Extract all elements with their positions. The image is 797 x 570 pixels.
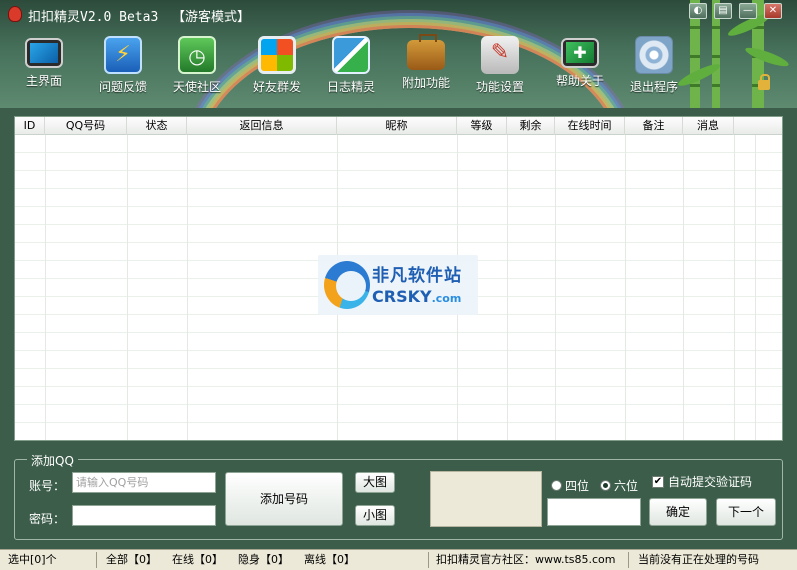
column-header-message[interactable]: 消息: [683, 117, 734, 135]
column-header-return-info[interactable]: 返回信息: [187, 117, 337, 135]
radio-four-digit[interactable]: 四位: [551, 477, 589, 494]
radio-dot: [551, 480, 562, 491]
column-header-nickname[interactable]: 昵称: [337, 117, 457, 135]
column-header-level[interactable]: 等级: [457, 117, 507, 135]
column-divider: [127, 135, 128, 440]
watermark-cn-text: 非凡软件站: [372, 266, 462, 286]
radio-six-label: 六位: [614, 479, 639, 493]
toolbar-main-button[interactable]: 主界面: [7, 30, 81, 98]
settings-tools-icon: [481, 36, 519, 74]
status-all: 全部【0】: [106, 553, 157, 566]
leaf-decoration: [743, 44, 791, 70]
column-header-filler: [734, 117, 782, 135]
status-divider: [428, 552, 429, 568]
column-divider: [734, 135, 735, 440]
column-header-qq[interactable]: QQ号码: [45, 117, 127, 135]
toolbar-label: 主界面: [25, 74, 62, 88]
watermark-en-main: CRSKY: [372, 287, 432, 306]
lock-icon[interactable]: [758, 74, 770, 90]
skin-button[interactable]: ◐: [689, 3, 707, 19]
column-header-remaining[interactable]: 剩余: [507, 117, 555, 135]
captcha-image: [430, 471, 542, 527]
status-bar: 选中[0]个 全部【0】 在线【0】 隐身【0】 离线【0】 扣扣精灵官方社区：…: [0, 549, 797, 570]
monitor-icon: [25, 38, 63, 68]
small-image-button[interactable]: 小图: [355, 505, 395, 526]
feedback-shield-icon: [104, 36, 142, 74]
watermark-logo: 非凡软件站 CRSKY.com: [318, 255, 478, 315]
toolbar-label: 好友群发: [252, 80, 301, 94]
main-toolbar: 主界面 问题反馈 天使社区 好友群发 日志精灵 附加功能 功能设置 帮助关于: [0, 30, 700, 100]
account-input[interactable]: [72, 472, 216, 493]
add-qq-panel: 添加QQ 账号： 密码： 添加号码 大图 小图 四位 六位 ✔ 自动提交验证码 …: [14, 452, 783, 540]
toolbar-addon-button[interactable]: 附加功能: [389, 30, 463, 98]
toolbar-broadcast-button[interactable]: 好友群发: [240, 30, 314, 98]
column-header-online-time[interactable]: 在线时间: [555, 117, 625, 135]
column-divider: [45, 135, 46, 440]
add-account-button[interactable]: 添加号码: [225, 472, 343, 526]
auto-submit-label: 自动提交验证码: [668, 475, 753, 489]
radio-six-digit[interactable]: 六位: [600, 477, 638, 494]
toolbar-label: 退出程序: [629, 80, 678, 94]
toolbar-settings-button[interactable]: 功能设置: [463, 30, 537, 98]
status-processing: 当前没有正在处理的号码: [638, 553, 759, 566]
captcha-input[interactable]: [547, 498, 641, 526]
toolbar-label: 天使社区: [172, 80, 221, 94]
help-monitor-icon: [561, 38, 599, 68]
column-header-id[interactable]: ID: [15, 117, 45, 135]
status-divider: [628, 552, 629, 568]
add-qq-panel-title: 添加QQ: [27, 452, 78, 469]
status-offline: 离线【0】: [304, 553, 355, 566]
account-label: 账号：: [29, 479, 66, 493]
toolbar-label: 日志精灵: [326, 80, 375, 94]
checkbox-check-icon: ✔: [652, 475, 664, 488]
toolbar-feedback-button[interactable]: 问题反馈: [86, 30, 160, 98]
broadcast-icon: [258, 36, 296, 74]
watermark-en-text: CRSKY.com: [372, 287, 461, 306]
status-selected: 选中[0]个: [8, 553, 57, 566]
community-shield-icon: [178, 36, 216, 74]
mode-label: 【游客模式】: [172, 10, 251, 25]
status-community-link[interactable]: 扣扣精灵官方社区：www.ts85.com: [436, 550, 616, 570]
minimize-button[interactable]: —: [739, 3, 757, 19]
toolbar-help-button[interactable]: 帮助关于: [543, 30, 617, 98]
next-button[interactable]: 下一个: [716, 498, 776, 526]
radio-four-label: 四位: [565, 479, 590, 493]
close-button[interactable]: ✕: [764, 3, 782, 19]
auto-submit-checkbox[interactable]: ✔ 自动提交验证码: [652, 473, 752, 490]
menu-button[interactable]: ▤: [714, 3, 732, 19]
briefcase-icon: [407, 34, 445, 70]
window-title: 扣扣精灵V2.0 Beta3: [28, 10, 159, 25]
column-divider: [683, 135, 684, 440]
toolbar-label: 问题反馈: [98, 80, 147, 94]
big-image-button[interactable]: 大图: [355, 472, 395, 493]
toolbar-label: 附加功能: [401, 76, 450, 90]
watermark-en-suffix: .com: [431, 292, 462, 305]
exit-disc-icon: [635, 36, 673, 74]
toolbar-exit-button[interactable]: 退出程序: [617, 30, 691, 98]
column-header-note[interactable]: 备注: [625, 117, 683, 135]
password-input[interactable]: [72, 505, 216, 526]
column-divider: [555, 135, 556, 440]
radio-dot-selected: [600, 480, 611, 491]
column-divider: [625, 135, 626, 440]
status-invisible: 隐身【0】: [238, 553, 289, 566]
password-label: 密码：: [29, 512, 66, 526]
confirm-button[interactable]: 确定: [649, 498, 707, 526]
watermark-swirl-icon: [324, 261, 370, 309]
header-banner: 扣扣精灵V2.0 Beta3 【游客模式】 ◐ ▤ — ✕ 主界面 问题反馈 天…: [0, 0, 797, 108]
column-header-status[interactable]: 状态: [127, 117, 187, 135]
toolbar-log-button[interactable]: 日志精灵: [314, 30, 388, 98]
toolbar-community-button[interactable]: 天使社区: [160, 30, 234, 98]
table-header: ID QQ号码 状态 返回信息 昵称 等级 剩余 在线时间 备注 消息: [15, 117, 782, 135]
column-divider: [507, 135, 508, 440]
status-online: 在线【0】: [172, 553, 223, 566]
toolbar-label: 功能设置: [475, 80, 524, 94]
log-shield-icon: [332, 36, 370, 74]
column-divider: [755, 135, 756, 440]
app-logo-icon: [8, 6, 22, 22]
toolbar-label: 帮助关于: [555, 74, 604, 88]
status-divider: [96, 552, 97, 568]
column-divider: [187, 135, 188, 440]
